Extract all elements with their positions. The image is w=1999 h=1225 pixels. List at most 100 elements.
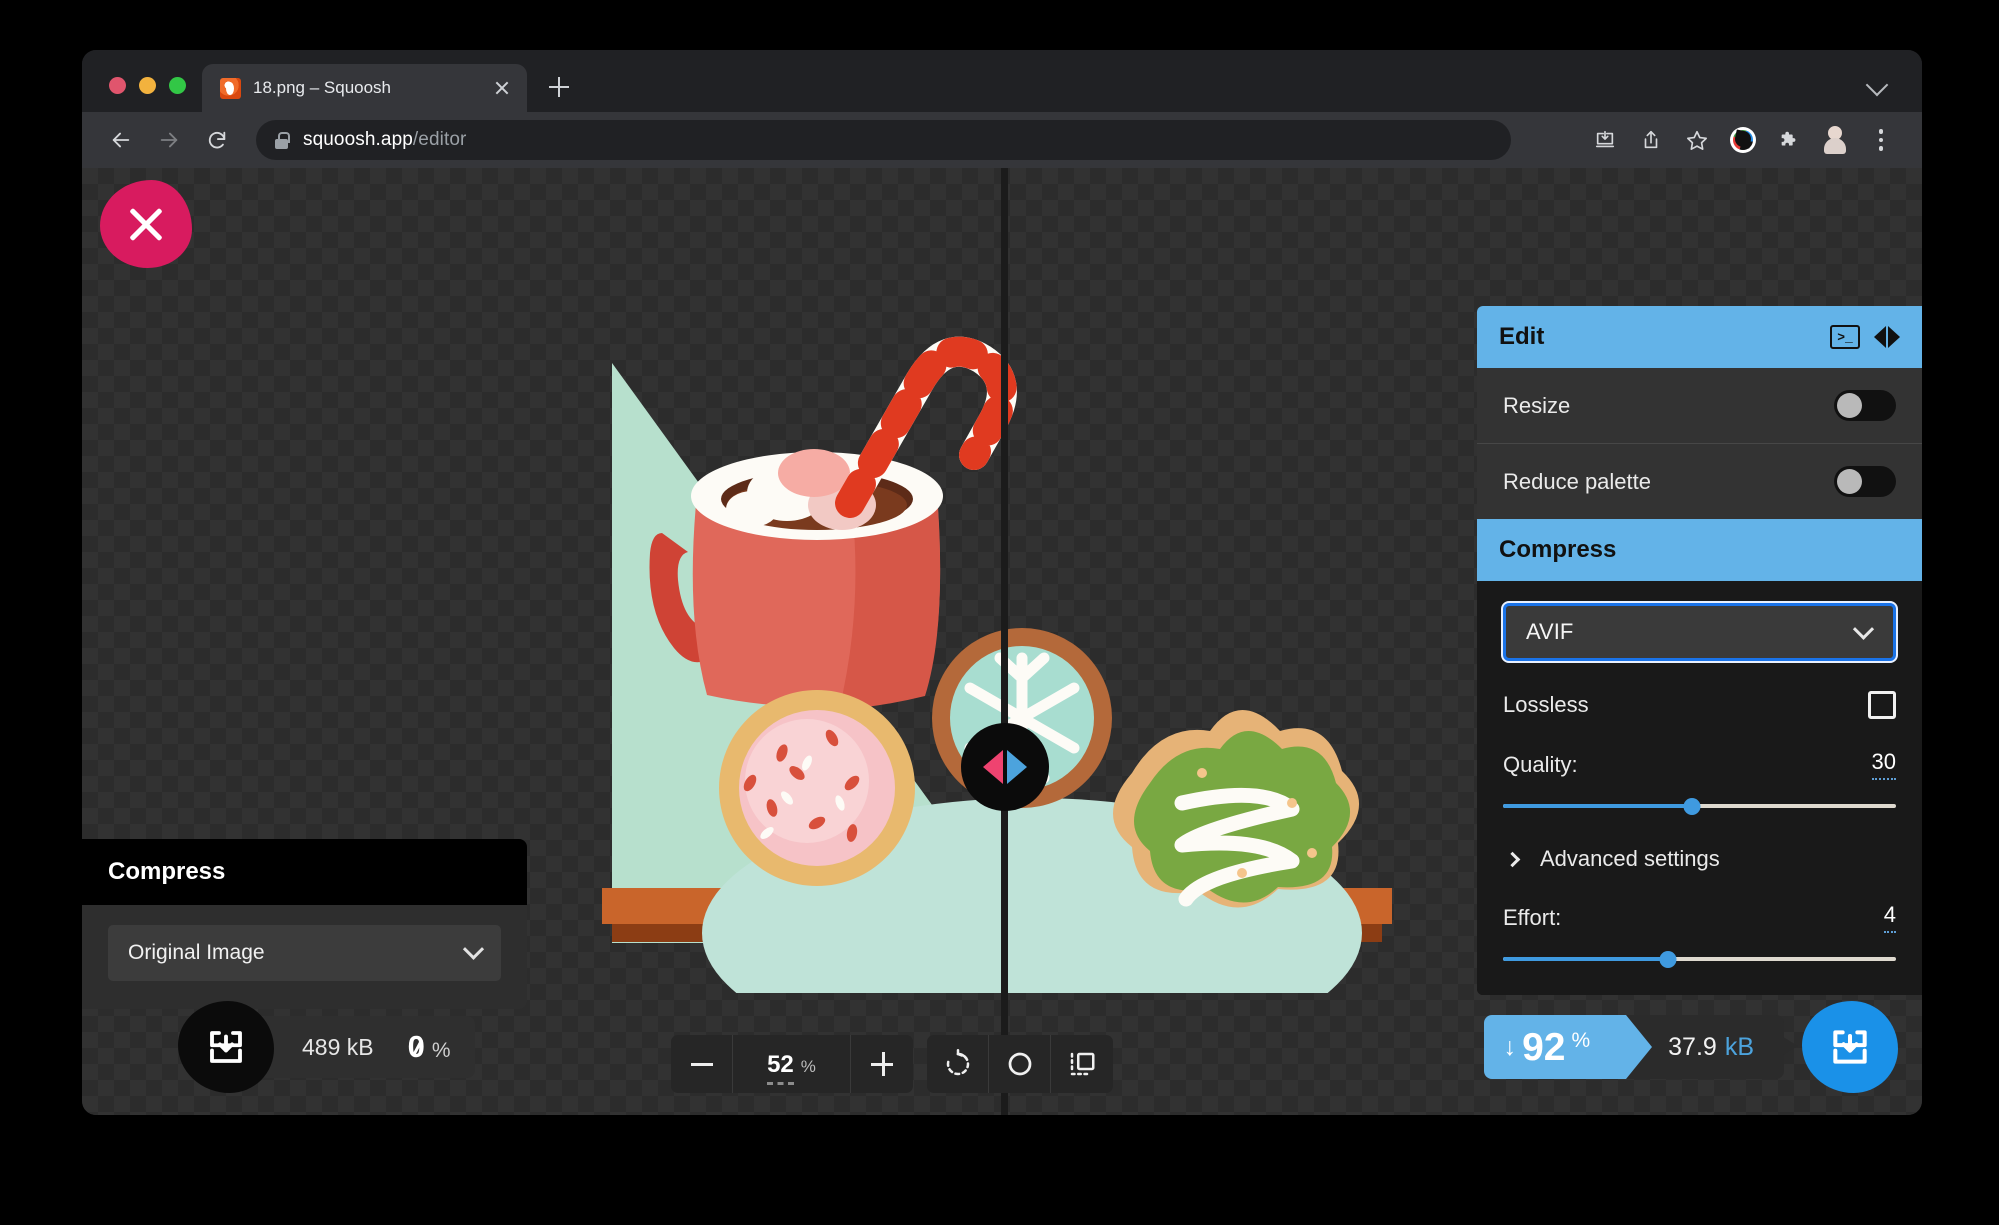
maximize-window-button[interactable] [169, 77, 186, 94]
prev-next-arrows-icon[interactable] [1874, 326, 1900, 348]
view-tools-segment [927, 1035, 1113, 1093]
back-arrow-icon[interactable] [100, 119, 142, 161]
reduction-unit: % [1571, 1029, 1591, 1052]
url-domain: squoosh.app [303, 129, 413, 150]
extension-color-icon[interactable] [1722, 119, 1764, 161]
terminal-icon[interactable]: >_ [1830, 325, 1860, 349]
profile-avatar-icon[interactable] [1814, 119, 1856, 161]
edit-section-title: Edit [1499, 323, 1545, 350]
reload-icon[interactable] [196, 119, 238, 161]
download-compressed-button[interactable] [1802, 1001, 1898, 1093]
share-icon[interactable] [1630, 119, 1672, 161]
download-icon [210, 1031, 242, 1063]
effort-label: Effort: [1503, 904, 1562, 930]
rotate-icon[interactable] [927, 1035, 989, 1093]
close-window-button[interactable] [109, 77, 126, 94]
chevron-down-icon [1852, 618, 1875, 640]
quality-slider-fill [1503, 804, 1692, 808]
quality-slider[interactable] [1503, 796, 1896, 816]
edit-section-body: Resize Reduce palette [1477, 368, 1922, 519]
reduce-palette-label: Reduce palette [1503, 468, 1651, 494]
reduce-palette-row: Reduce palette [1477, 444, 1922, 519]
chevron-down-icon[interactable] [1856, 60, 1900, 104]
quality-row: Quality: 30 [1503, 749, 1896, 780]
browser-tab[interactable]: 18.png – Squoosh [202, 64, 527, 112]
squoosh-favicon-icon [220, 77, 241, 99]
edit-header-icons: >_ [1830, 325, 1900, 349]
advanced-settings-label: Advanced settings [1540, 846, 1720, 871]
zoom-segment: 52 % [671, 1035, 913, 1093]
close-image-icon[interactable] [100, 180, 192, 268]
original-size-row: 489 kB 0 % [178, 1001, 475, 1093]
reduction-percent: 92 [1522, 1025, 1566, 1069]
compare-slider-handle[interactable] [961, 723, 1049, 811]
comparison-divider [1001, 168, 1008, 1115]
advanced-settings-toggle[interactable]: Advanced settings [1503, 846, 1896, 872]
original-image-panel: Compress Original Image [82, 839, 527, 1009]
left-panel-body: Original Image [82, 905, 527, 1009]
bookmark-star-icon[interactable] [1676, 119, 1718, 161]
quality-value[interactable]: 30 [1871, 749, 1896, 780]
effort-value[interactable]: 4 [1883, 902, 1896, 933]
zoom-unit: % [800, 1057, 816, 1076]
result-bubble: ↓ 92 % 37.9 kB [1483, 1015, 1799, 1079]
window-controls[interactable] [82, 77, 202, 112]
download-original-button[interactable] [178, 1001, 274, 1093]
close-tab-icon[interactable] [489, 75, 515, 101]
image-preview [602, 333, 1392, 993]
arrow-left-icon [983, 750, 1003, 784]
zoom-level: 52 [767, 1051, 794, 1085]
effort-slider[interactable] [1503, 949, 1896, 969]
install-app-icon[interactable] [1584, 119, 1626, 161]
compress-section-header[interactable]: Compress [1477, 519, 1922, 581]
resize-toggle[interactable] [1834, 390, 1896, 421]
compress-section-body: AVIF Lossless Quality: 30 Advanced setti… [1477, 603, 1922, 995]
address-bar[interactable]: squoosh.app/editor [256, 120, 1511, 160]
squoosh-editor: Compress Original Image 489 kB 0 % 52 % … [82, 168, 1922, 1115]
format-select[interactable]: AVIF [1503, 603, 1896, 661]
forward-arrow-icon[interactable] [148, 119, 190, 161]
tab-title: 18.png – Squoosh [253, 78, 392, 97]
quality-slider-thumb[interactable] [1683, 798, 1701, 815]
lock-icon [274, 131, 290, 149]
zoom-in-button[interactable] [851, 1035, 913, 1093]
format-value: AVIF [1526, 619, 1574, 644]
lossless-label: Lossless [1503, 692, 1589, 717]
browser-toolbar: squoosh.app/editor [82, 112, 1922, 168]
toggle-background-icon[interactable] [989, 1035, 1051, 1093]
original-file-size: 489 kB [302, 1033, 374, 1060]
lossless-checkbox[interactable] [1868, 691, 1896, 719]
reduction-badge: ↓ 92 % [1483, 1015, 1652, 1079]
more-menu-icon[interactable] [1860, 119, 1902, 161]
effort-slider-thumb[interactable] [1659, 951, 1677, 968]
toolbar-icon-group [1584, 119, 1902, 161]
download-icon [1833, 1030, 1867, 1064]
browser-window: 18.png – Squoosh squoosh.app/editor Comp… [82, 50, 1922, 1115]
zoom-out-button[interactable] [671, 1035, 733, 1093]
original-format-select[interactable]: Original Image [108, 925, 501, 981]
tab-strip: 18.png – Squoosh [82, 50, 1922, 112]
original-format-value: Original Image [128, 941, 265, 964]
desktop-background: 18.png – Squoosh squoosh.app/editor Comp… [0, 0, 1999, 1225]
url-path: /editor [412, 129, 467, 150]
zoom-value-field[interactable]: 52 % [733, 1035, 851, 1093]
chevron-right-icon [1504, 851, 1521, 867]
reduce-palette-toggle[interactable] [1834, 466, 1896, 497]
zoom-toolbar: 52 % [671, 1035, 1113, 1093]
new-tab-button[interactable] [537, 65, 581, 109]
edit-section-header[interactable]: Edit >_ [1477, 306, 1922, 368]
percent-symbol: % [431, 1039, 451, 1062]
fit-to-screen-icon[interactable] [1051, 1035, 1113, 1093]
arrow-right-icon [1007, 750, 1027, 784]
quality-label: Quality: [1503, 751, 1578, 777]
url-text: squoosh.app/editor [303, 129, 466, 151]
resize-row: Resize [1477, 368, 1922, 444]
original-size-bubble: 489 kB 0 % [244, 1016, 475, 1078]
chevron-down-icon [462, 938, 485, 960]
resize-label: Resize [1503, 392, 1571, 418]
lossless-row: Lossless [1503, 691, 1896, 719]
extensions-puzzle-icon[interactable] [1768, 119, 1810, 161]
down-arrow-icon: ↓ [1503, 1032, 1517, 1061]
original-percent: 0 [407, 1029, 425, 1064]
minimize-window-button[interactable] [139, 77, 156, 94]
